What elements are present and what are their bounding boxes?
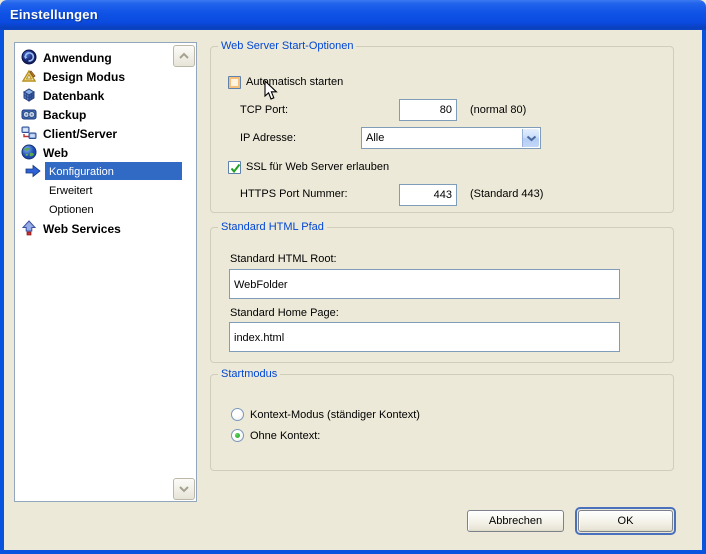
tree-item-client-server[interactable]: Client/Server: [15, 124, 198, 143]
app-icon: [21, 49, 37, 65]
context-mode-label: Kontext-Modus (ständiger Kontext): [250, 409, 420, 421]
tree-item-anwendung[interactable]: Anwendung: [15, 48, 198, 67]
ssl-checkbox[interactable]: [228, 161, 241, 174]
ip-address-select[interactable]: Alle: [361, 127, 541, 149]
window-title: Einstellungen: [10, 7, 98, 22]
mouse-cursor: [264, 79, 278, 104]
https-port-hint: (Standard 443): [470, 188, 544, 200]
chevron-down-icon: [179, 486, 189, 493]
web-icon: [21, 144, 37, 160]
html-root-input[interactable]: [229, 269, 620, 299]
tree-item-web[interactable]: Web: [15, 143, 198, 162]
tree-item-design-modus[interactable]: Design Modus: [15, 67, 198, 86]
design-icon: [21, 68, 37, 84]
cancel-button[interactable]: Abbrechen: [467, 510, 564, 532]
html-root-label: Standard HTML Root:: [230, 253, 337, 265]
chevron-down-icon: [526, 135, 536, 141]
tcp-port-input[interactable]: [399, 99, 457, 121]
https-port-label: HTTPS Port Nummer:: [240, 188, 348, 200]
context-mode-radio[interactable]: [231, 408, 244, 421]
window-border-right: [702, 30, 706, 550]
window-border-bottom: [0, 550, 706, 554]
dropdown-button[interactable]: [522, 129, 539, 147]
title-bar[interactable]: Einstellungen: [0, 0, 706, 30]
chevron-up-icon: [179, 52, 189, 59]
tree-item-konfiguration[interactable]: Konfiguration: [15, 162, 198, 181]
ip-address-label: IP Adresse:: [240, 132, 297, 144]
group-start-mode: [210, 374, 674, 471]
no-context-label: Ohne Kontext:: [250, 430, 321, 442]
home-page-label: Standard Home Page:: [230, 307, 339, 319]
database-icon: [21, 87, 37, 103]
tree-item-backup[interactable]: Backup: [15, 105, 198, 124]
tree-item-optionen[interactable]: Optionen: [15, 200, 198, 219]
group-title: Startmodus: [218, 368, 281, 380]
tree-item-web-services[interactable]: Web Services: [15, 219, 198, 238]
ok-button-focus-ring: OK: [575, 507, 676, 535]
tree-item-erweitert[interactable]: Erweitert: [15, 181, 198, 200]
group-title: Web Server Start-Optionen: [218, 40, 357, 52]
settings-tree: Anwendung Design Modus Datenbank Backup: [14, 42, 197, 502]
ssl-label: SSL für Web Server erlauben: [246, 161, 390, 173]
check-icon: [230, 163, 241, 174]
auto-start-label: Automatisch starten: [246, 76, 344, 88]
tree-item-datenbank[interactable]: Datenbank: [15, 86, 198, 105]
no-context-radio[interactable]: [231, 429, 244, 442]
settings-dialog: Einstellungen Anwendung Design Modus Dat…: [0, 0, 706, 554]
arrow-right-icon: [25, 164, 42, 178]
tcp-port-hint: (normal 80): [470, 104, 527, 116]
scroll-down-button[interactable]: [173, 478, 195, 500]
ok-button[interactable]: OK: [578, 510, 673, 532]
window-border-left: [0, 30, 4, 550]
backup-icon: [21, 106, 37, 122]
web-services-icon: [21, 220, 37, 236]
auto-start-checkbox[interactable]: [228, 76, 241, 89]
https-port-input[interactable]: [399, 184, 457, 206]
tcp-port-label: TCP Port:: [240, 104, 289, 116]
ip-address-value: Alle: [366, 132, 385, 144]
home-page-input[interactable]: [229, 322, 620, 352]
group-title: Standard HTML Pfad: [218, 221, 327, 233]
client-server-icon: [21, 125, 37, 141]
scroll-up-button[interactable]: [173, 45, 195, 67]
